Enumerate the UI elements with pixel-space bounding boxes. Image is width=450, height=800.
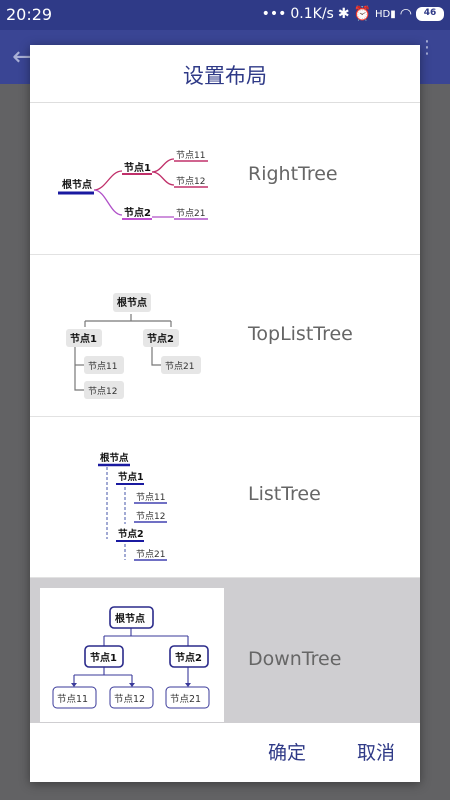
- node11-label: 节点11: [88, 361, 117, 372]
- list-tree-preview: 根节点 节点1 节点2 节点11 节点12 节点21: [40, 427, 224, 561]
- notification-dots: •••: [261, 6, 287, 22]
- root-node-label: 根节点: [115, 612, 145, 625]
- battery-icon: 46: [416, 7, 444, 21]
- top-list-tree-preview: 根节点 节点1 节点2 节点11 节点12 节点21: [40, 265, 224, 399]
- more-options-icon[interactable]: ⋮: [418, 39, 436, 57]
- node12-label: 节点12: [176, 176, 205, 187]
- node11-label: 节点11: [57, 694, 88, 705]
- option-label: ListTree: [248, 483, 321, 505]
- status-time: 20:29: [6, 5, 53, 24]
- layout-option-list-tree[interactable]: 根节点 节点1 节点2 节点11 节点12 节点21 ListTree: [30, 417, 420, 578]
- node21-label: 节点21: [136, 549, 165, 560]
- option-label: TopListTree: [248, 323, 353, 345]
- confirm-button[interactable]: 确定: [268, 738, 306, 765]
- dialog-footer: 确定 取消: [30, 723, 420, 782]
- node1-label: 节点1: [118, 471, 144, 483]
- node1-label: 节点1: [90, 651, 117, 664]
- node21-label: 节点21: [170, 694, 201, 705]
- node2-label: 节点2: [118, 528, 144, 540]
- bluetooth-icon: ✱: [337, 6, 350, 22]
- layout-option-top-list-tree[interactable]: 根节点 节点1 节点2 节点11 节点12 节点21 TopListTree: [30, 255, 420, 417]
- node2-label: 节点2: [147, 332, 174, 345]
- alarm-icon: ⏰: [353, 6, 372, 22]
- option-label: RightTree: [248, 163, 338, 185]
- node1-label: 节点1: [70, 332, 97, 345]
- root-node-label: 根节点: [100, 452, 129, 464]
- node21-label: 节点21: [176, 208, 205, 219]
- right-tree-diagram: 根节点 节点1 节点2 节点11 节点12 节点21: [58, 150, 208, 220]
- root-node-label: 根节点: [62, 178, 92, 191]
- cancel-button[interactable]: 取消: [357, 738, 395, 765]
- wifi-icon: ◠: [399, 6, 412, 22]
- layout-option-right-tree[interactable]: 根节点 节点1 节点2 节点11 节点12 节点21 RightTree: [30, 103, 420, 255]
- node11-label: 节点11: [176, 150, 205, 161]
- layout-dialog: 设置布局 根节点 节点1 节点2 节点11 节点12 节点21 RightTre…: [30, 45, 420, 782]
- top-list-tree-diagram: 根节点 节点1 节点2 节点11 节点12 节点21: [66, 293, 201, 399]
- down-tree-preview: 根节点 节点1 节点2 节点11 节点12 节点21: [40, 588, 224, 722]
- node21-label: 节点21: [165, 361, 194, 372]
- signal-icon: HD▮: [375, 8, 396, 20]
- node2-label: 节点2: [175, 651, 202, 664]
- option-label: DownTree: [248, 648, 342, 670]
- node2-label: 节点2: [124, 206, 151, 219]
- node12-label: 节点12: [88, 386, 117, 397]
- node12-label: 节点12: [136, 511, 165, 522]
- root-node-label: 根节点: [117, 296, 147, 309]
- right-tree-preview: 根节点 节点1 节点2 节点11 节点12 节点21: [40, 113, 224, 247]
- list-tree-diagram: 根节点 节点1 节点2 节点11 节点12 节点21: [98, 452, 167, 561]
- network-speed: 0.1K/s: [290, 6, 334, 22]
- node11-label: 节点11: [136, 492, 165, 503]
- down-tree-diagram: 根节点 节点1 节点2 节点11 节点12 节点21: [52, 606, 210, 709]
- layout-option-down-tree[interactable]: 根节点 节点1 节点2 节点11 节点12 节点21 DownTree: [30, 578, 420, 723]
- status-bar: 20:29 ••• 0.1K/s ✱ ⏰ HD▮ ◠ 46: [0, 0, 450, 30]
- node1-label: 节点1: [124, 161, 151, 174]
- node12-label: 节点12: [114, 694, 145, 705]
- status-icons: ••• 0.1K/s ✱ ⏰ HD▮ ◠ 46: [262, 6, 444, 22]
- dialog-title: 设置布局: [30, 45, 420, 103]
